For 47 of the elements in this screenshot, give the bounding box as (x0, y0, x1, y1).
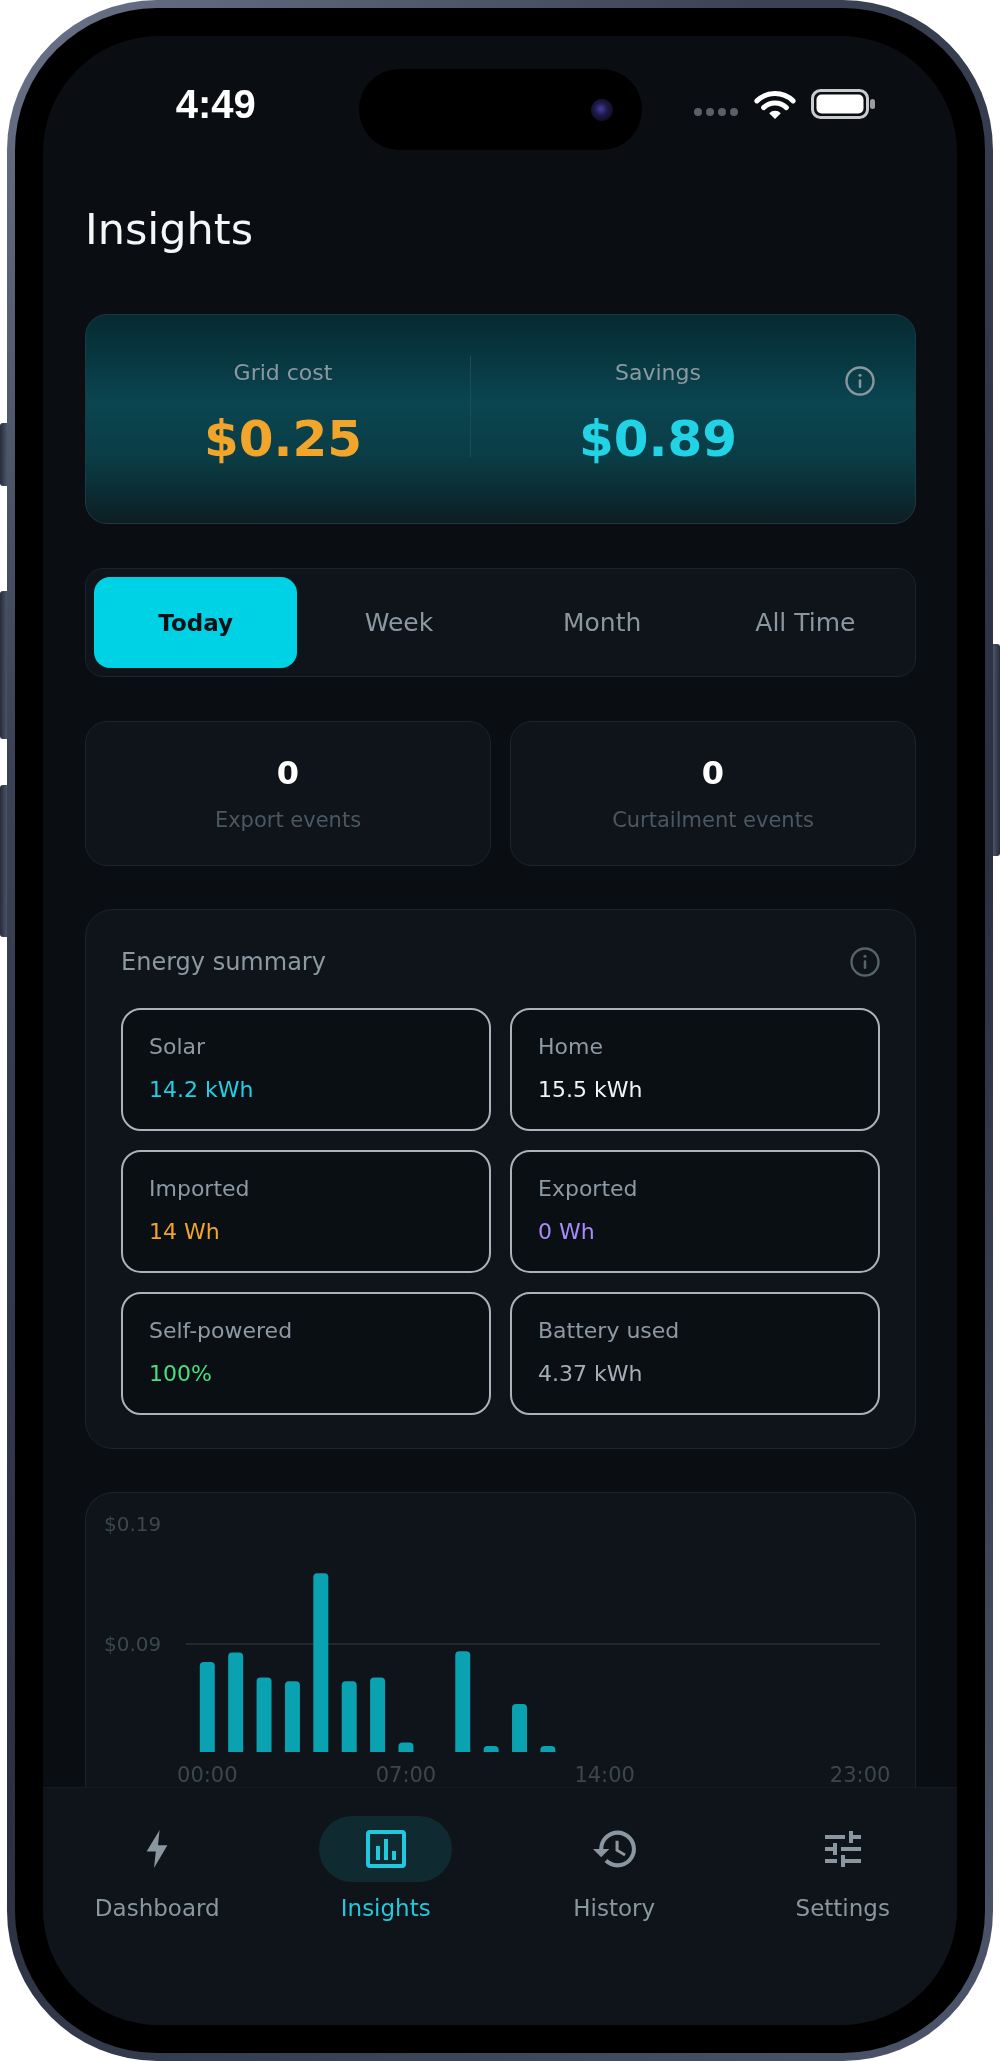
period-tab[interactable]: Week (297, 577, 501, 668)
section-title: Energy summary (121, 947, 326, 977)
chart-bar (540, 1746, 556, 1752)
wifi-icon (753, 89, 796, 119)
cost-label: Savings (615, 359, 701, 387)
cost-label: Grid cost (233, 359, 333, 387)
event-count: 0 (701, 754, 725, 792)
chart-bar (512, 1704, 527, 1752)
battery-icon (810, 89, 875, 119)
page-title: Insights (85, 203, 254, 255)
event-count: 0 (276, 754, 300, 792)
cost-value: $0.89 (578, 409, 738, 470)
metric-label: Self-powered (149, 1317, 293, 1345)
lightning-bolt-icon (146, 1830, 169, 1868)
metric-value: 0 Wh (538, 1218, 595, 1246)
camera-lens-icon (590, 98, 613, 121)
history-icon (592, 1830, 636, 1868)
chart-bar (398, 1742, 414, 1752)
status-time: 4:49 (175, 81, 256, 127)
chart-bar (483, 1746, 499, 1752)
chart-bar (284, 1681, 300, 1752)
event-label: Export events (214, 807, 362, 833)
period-tab[interactable]: All Time (703, 577, 907, 668)
metric-value: 14 Wh (149, 1218, 220, 1246)
period-tab[interactable]: Today (94, 577, 298, 668)
tab-bar-item[interactable]: Settings (776, 1788, 910, 1922)
period-tab[interactable]: Month (500, 577, 704, 668)
metric-value: 14.2 kWh (149, 1076, 254, 1104)
info-icon[interactable] (850, 947, 880, 977)
metric-label: Home (538, 1033, 603, 1061)
signal-dots-icon (692, 108, 739, 116)
cost-value: $0.25 (203, 409, 363, 470)
tab-bar-item[interactable]: Insights (319, 1788, 453, 1922)
tab-bar-item[interactable]: Dashboard (90, 1788, 224, 1922)
metric-value: 15.5 kWh (538, 1076, 643, 1104)
metric-label: Exported (538, 1175, 638, 1203)
metric-label: Solar (149, 1033, 206, 1061)
metric-label: Battery used (538, 1317, 680, 1345)
metric-value: 4.37 kWh (538, 1360, 643, 1388)
tab-bar-item[interactable]: History (547, 1788, 681, 1922)
info-icon[interactable] (845, 366, 875, 396)
event-label: Curtailment events (612, 807, 814, 833)
metric-label: Imported (149, 1175, 250, 1203)
metric-value: 100% (149, 1360, 212, 1388)
chart-bar (341, 1681, 357, 1752)
bar-chart-icon (365, 1830, 406, 1868)
sliders-icon (823, 1831, 862, 1867)
